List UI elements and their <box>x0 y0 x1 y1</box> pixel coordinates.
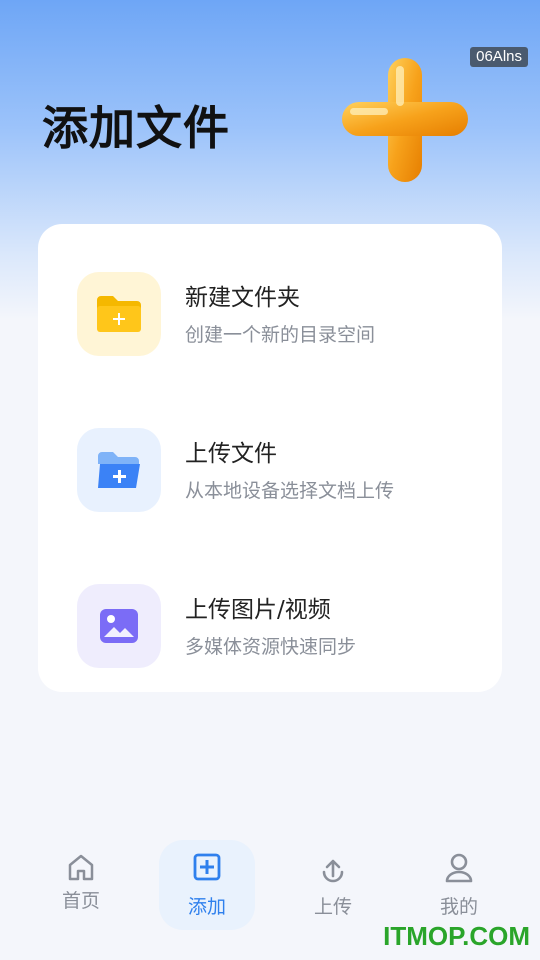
new-folder-tile <box>77 272 161 356</box>
upload-file-title: 上传文件 <box>185 441 277 467</box>
add-options-card: 新建文件夹 创建一个新的目录空间 上传文件 从本地设备选择文档上传 上传图片/视… <box>38 224 502 692</box>
new-folder-option[interactable]: 新建文件夹 创建一个新的目录空间 <box>38 272 502 372</box>
upload-file-tile <box>77 428 161 512</box>
tab-home[interactable]: 首页 <box>33 852 129 942</box>
home-icon <box>68 854 94 881</box>
user-icon <box>445 853 473 883</box>
watermark: ITMOP.COM <box>383 921 530 951</box>
upload-media-option[interactable]: 上传图片/视频 多媒体资源快速同步 <box>38 584 502 684</box>
plus-illustration-icon <box>342 58 468 182</box>
tab-upload[interactable]: 上传 <box>285 856 381 946</box>
add-square-icon <box>193 853 221 881</box>
tab-add-label: 添加 <box>187 896 226 918</box>
page-title: 添加文件 <box>42 101 230 155</box>
upload-file-option[interactable]: 上传文件 从本地设备选择文档上传 <box>38 428 502 528</box>
tab-home-label: 首页 <box>61 890 100 912</box>
upload-media-desc: 多媒体资源快速同步 <box>185 636 357 658</box>
upload-icon <box>322 859 344 883</box>
status-badge: 06Alns <box>470 47 528 67</box>
new-folder-title: 新建文件夹 <box>185 285 300 311</box>
tab-profile-label: 我的 <box>439 896 478 918</box>
new-folder-desc: 创建一个新的目录空间 <box>185 324 376 346</box>
image-icon <box>100 609 138 643</box>
folder-add-icon <box>97 296 141 332</box>
upload-file-desc: 从本地设备选择文档上传 <box>185 480 395 502</box>
folder-upload-icon <box>98 452 140 488</box>
upload-media-title: 上传图片/视频 <box>185 597 331 623</box>
tab-add[interactable]: 添加 <box>159 840 255 930</box>
upload-media-tile <box>77 584 161 668</box>
tab-upload-label: 上传 <box>313 896 352 918</box>
